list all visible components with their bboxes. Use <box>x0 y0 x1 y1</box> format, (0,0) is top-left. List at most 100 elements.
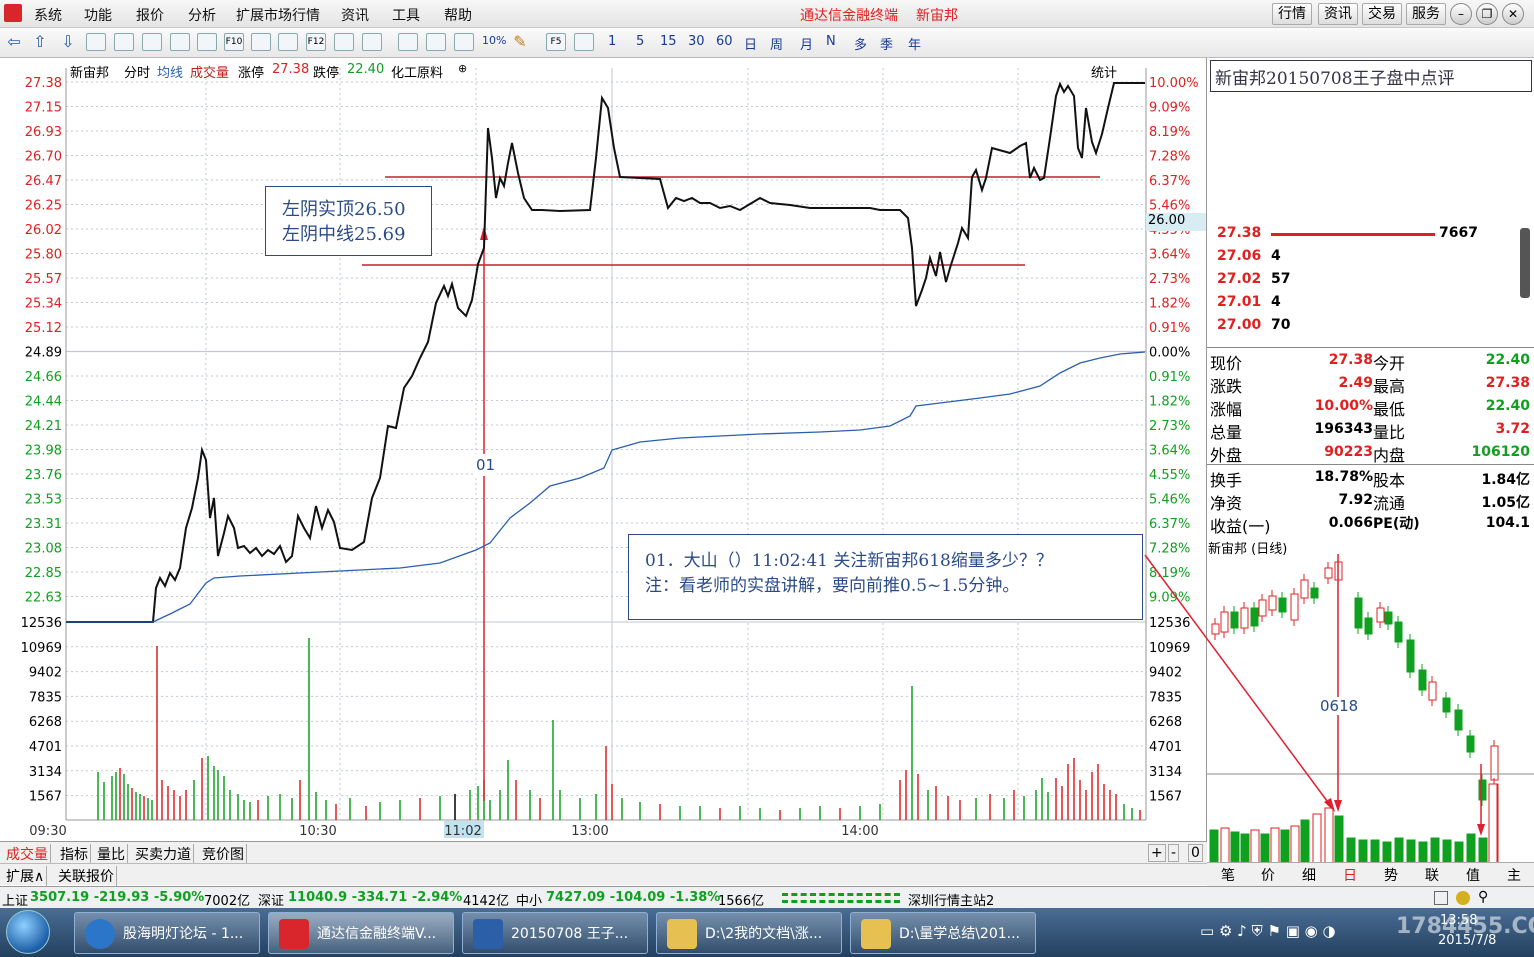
stats-button[interactable]: 统计 <box>1091 62 1117 81</box>
order-book-scrollbar[interactable] <box>1520 228 1530 298</box>
tab-detail[interactable]: 细 <box>1300 865 1318 885</box>
tab-related-quotes[interactable]: 关联报价 <box>56 866 117 886</box>
f5-icon[interactable]: F5 <box>546 33 566 51</box>
menu-extended-market[interactable]: 扩展市场行情 <box>236 5 320 25</box>
tab-daily[interactable]: 日 <box>1341 865 1359 885</box>
up-arrow-icon[interactable]: ⇧ <box>30 33 50 51</box>
sz-index[interactable]: 11040.9 -334.71 -2.94% <box>288 890 462 905</box>
area-chart-icon[interactable] <box>426 33 446 51</box>
vol-tick-label: 6268 <box>29 715 62 730</box>
period-day[interactable]: 日 <box>744 34 757 53</box>
tab-auction[interactable]: 竞价图 <box>200 844 247 864</box>
minimize-icon[interactable]: – <box>1450 3 1472 25</box>
candle-body <box>1442 697 1451 713</box>
menu-quote[interactable]: 报价 <box>136 5 164 25</box>
candle-body <box>1406 639 1415 673</box>
tab-ticks[interactable]: 笔 <box>1219 865 1237 885</box>
close-icon[interactable]: ✕ <box>1502 3 1524 25</box>
task-tdx[interactable]: 通达信金融终端V... <box>268 912 454 954</box>
window-mode-icon[interactable] <box>1434 891 1448 905</box>
chart-canvas[interactable]: 27.38 10.00% 27.15 9.09% 26.93 8.19% 26.70 7.28… <box>0 58 1207 841</box>
period-week[interactable]: 周 <box>770 34 783 53</box>
period-30min[interactable]: 30 <box>688 34 705 49</box>
daily-volume-bar <box>1478 837 1488 864</box>
quote-shares: 1.84亿 <box>1481 472 1530 488</box>
tab-extend[interactable]: 扩展∧ <box>4 866 48 886</box>
report-icon[interactable] <box>197 33 217 51</box>
f10-icon[interactable]: F10 <box>224 33 244 51</box>
vol-tick-label: 3134 <box>29 765 62 780</box>
period-month[interactable]: 月 <box>800 34 813 53</box>
tab-vol-ratio[interactable]: 量比 <box>95 844 128 864</box>
chart-mode[interactable]: 分时 <box>124 62 150 81</box>
tab-price[interactable]: 价 <box>1259 865 1277 885</box>
start-button[interactable] <box>6 910 50 954</box>
calendar-icon[interactable] <box>251 33 271 51</box>
zoom-out-button[interactable]: - <box>1168 844 1180 862</box>
circle-icon[interactable] <box>362 33 382 51</box>
restore-icon[interactable]: ❐ <box>1476 3 1498 25</box>
tab-main[interactable]: 主 <box>1505 865 1523 885</box>
f12-icon[interactable]: F12 <box>306 33 326 51</box>
pct-toggle[interactable]: 10% <box>482 34 506 47</box>
volume-chart-icon[interactable] <box>454 33 474 51</box>
period-15min[interactable]: 15 <box>660 34 677 49</box>
tab-linked[interactable]: 联 <box>1423 865 1441 885</box>
tray-icons[interactable]: ▭ ⚙ ♪ ⛨ ⚑ ▣ ◉ ◑ <box>1200 922 1336 940</box>
refresh-icon[interactable] <box>574 33 594 51</box>
back-arrow-icon[interactable]: ⇦ <box>4 33 24 51</box>
news-button[interactable]: 资讯 <box>1318 3 1358 25</box>
trade-button[interactable]: 交易 <box>1362 3 1402 25</box>
pct-tick-label: 3.64% <box>1149 444 1190 459</box>
menu-help[interactable]: 帮助 <box>444 5 472 25</box>
period-n[interactable]: N <box>826 34 836 49</box>
zoom-in-button[interactable]: + <box>1148 844 1166 862</box>
tab-volume[interactable]: 成交量 <box>4 844 51 864</box>
alert-icon[interactable] <box>1456 891 1470 905</box>
period-60min[interactable]: 60 <box>716 34 733 49</box>
menu-news[interactable]: 资讯 <box>341 5 369 25</box>
quote-list-icon[interactable] <box>86 33 106 51</box>
sh-index[interactable]: 3507.19 -219.93 -5.90% <box>30 890 204 905</box>
pencil-icon[interactable]: ✎ <box>510 33 530 51</box>
candle-body <box>1300 579 1309 599</box>
server-name[interactable]: 深圳行情主站2 <box>908 890 994 909</box>
quote-button[interactable]: 行情 <box>1272 3 1312 25</box>
tab-indicator[interactable]: 指标 <box>58 844 91 864</box>
tab-trend[interactable]: 势 <box>1382 865 1400 885</box>
sh-label: 上证 <box>2 894 29 909</box>
reset-zoom-button[interactable]: 0 <box>1188 844 1203 862</box>
menu-analysis[interactable]: 分析 <box>188 5 216 25</box>
avg-line-legend: 均线 <box>157 66 184 81</box>
period-season[interactable]: 季 <box>880 34 893 53</box>
period-5min[interactable]: 5 <box>636 34 644 49</box>
down-arrow-icon[interactable]: ⇩ <box>58 33 78 51</box>
tab-buy-sell-power[interactable]: 买卖力道 <box>133 844 194 864</box>
briefcase-icon[interactable] <box>278 33 298 51</box>
service-button[interactable]: 服务 <box>1406 3 1446 25</box>
menu-tools[interactable]: 工具 <box>392 5 420 25</box>
tab-value[interactable]: 值 <box>1464 865 1482 885</box>
zx-index[interactable]: 7427.09 -104.09 -1.38% <box>546 890 720 905</box>
menu-function[interactable]: 功能 <box>84 5 112 25</box>
table-icon[interactable] <box>114 33 134 51</box>
expand-icon[interactable]: ⊕ <box>458 62 467 75</box>
daily-volume-bar <box>1290 825 1300 864</box>
task-word[interactable]: 20150708 王子... <box>462 912 648 954</box>
formula-icon[interactable] <box>334 33 354 51</box>
wave-chart-icon[interactable] <box>398 33 418 51</box>
daily-kline-chart[interactable] <box>1207 554 1534 864</box>
period-multi[interactable]: 多 <box>854 34 867 53</box>
task-folder-1[interactable]: D:\2我的文档\涨... <box>656 912 842 954</box>
pct-tick-label: 2.73% <box>1149 272 1190 287</box>
line-chart-icon[interactable] <box>142 33 162 51</box>
pct-tick-label: 5.46% <box>1149 199 1190 214</box>
intraday-chart[interactable]: 27.38 10.00% 27.15 9.09% 26.93 8.19% 26.70 7.28… <box>0 58 1207 841</box>
period-1min[interactable]: 1 <box>608 34 616 49</box>
task-forum[interactable]: 股海明灯论坛 - 1... <box>74 912 260 954</box>
task-folder-2[interactable]: D:\量学总结\201... <box>850 912 1036 954</box>
kline-icon[interactable] <box>170 33 190 51</box>
menu-system[interactable]: 系统 <box>34 5 62 25</box>
period-year[interactable]: 年 <box>908 34 921 53</box>
candle-body <box>1290 593 1299 621</box>
